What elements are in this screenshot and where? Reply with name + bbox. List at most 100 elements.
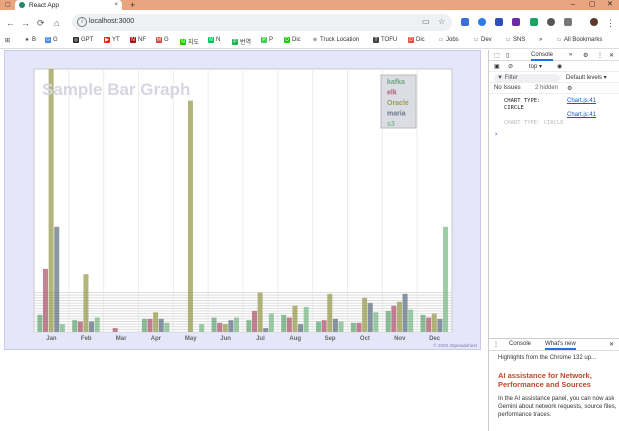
bar-s3-jul[interactable]: [268, 313, 274, 332]
bar-maria-apr[interactable]: [158, 318, 164, 332]
bar-Oracle-apr[interactable]: [153, 312, 159, 332]
extensions-puzzle-icon[interactable]: [564, 18, 572, 26]
extension-icon[interactable]: [461, 18, 469, 26]
bar-s3-oct[interactable]: [373, 312, 379, 332]
bookmark-g[interactable]: GG: [45, 37, 58, 43]
bar-Oracle-aug[interactable]: [292, 305, 298, 332]
drawer-tab-whats-new[interactable]: What's new: [545, 341, 576, 350]
bar-maria-jun[interactable]: [228, 320, 234, 332]
bar-Oracle-oct[interactable]: [362, 297, 368, 332]
more-tabs-icon[interactable]: »: [569, 52, 572, 58]
bar-maria-dec[interactable]: [437, 318, 443, 332]
bar-kafka-jan[interactable]: [37, 314, 43, 332]
log-levels-dropdown[interactable]: Default levels ▾: [566, 74, 607, 81]
bar-maria-nov[interactable]: [402, 293, 408, 332]
bar-elk-dec[interactable]: [426, 317, 432, 332]
browser-tab[interactable]: React App ×: [15, 0, 122, 10]
legend-entry-s3[interactable]: s3: [387, 121, 395, 128]
bar-elk-jul[interactable]: [251, 310, 258, 332]
bar-Oracle-jan[interactable]: [48, 69, 54, 332]
bar-maria-jul[interactable]: [263, 328, 269, 332]
bar-maria-aug[interactable]: [298, 324, 304, 332]
close-drawer-icon[interactable]: ✕: [609, 341, 614, 348]
bar-kafka-oct[interactable]: [350, 322, 356, 332]
home-button[interactable]: ⌂: [54, 18, 59, 28]
bar-Oracle-jul[interactable]: [257, 292, 263, 332]
reload-button[interactable]: ⟳: [37, 18, 45, 28]
legend-entry-kafka[interactable]: kafka: [387, 79, 405, 86]
legend-entry-elk[interactable]: elk: [387, 90, 397, 97]
bar-kafka-dec[interactable]: [420, 314, 426, 332]
close-window-button[interactable]: ✕: [607, 0, 613, 9]
bookmark-sns[interactable]: ▭ SNS: [505, 37, 526, 43]
bar-elk-jan[interactable]: [42, 268, 49, 332]
bar-kafka-jul[interactable]: [246, 320, 252, 332]
bookmark-yt[interactable]: ▶ YT: [104, 37, 120, 43]
live-expression-eye-icon[interactable]: ◉: [557, 63, 562, 70]
legend-entry-maria[interactable]: maria: [387, 111, 406, 118]
drawer-menu-icon[interactable]: ⋮: [493, 341, 499, 348]
bookmark-p[interactable]: PP: [261, 37, 273, 43]
no-issues-label[interactable]: No Issues: [494, 85, 521, 91]
forward-button[interactable]: →: [21, 18, 30, 28]
profile-avatar[interactable]: [590, 18, 598, 26]
extension-icon[interactable]: [547, 18, 555, 26]
bar-elk-nov[interactable]: [391, 305, 397, 332]
bookmark-n[interactable]: NN: [208, 37, 220, 43]
context-selector[interactable]: top ▾: [529, 63, 542, 70]
bar-kafka-nov[interactable]: [385, 310, 391, 332]
site-info-icon[interactable]: i: [77, 17, 87, 27]
bookmark-nf[interactable]: N NF: [130, 37, 146, 43]
bar-Oracle-dec[interactable]: [431, 313, 437, 332]
bar-s3-nov[interactable]: [408, 309, 414, 332]
apps-grid-icon[interactable]: ⊞: [5, 37, 10, 44]
bar-elk-sep[interactable]: [321, 320, 327, 332]
bar-s3-sep[interactable]: [338, 321, 344, 332]
bar-s3-jan[interactable]: [59, 324, 65, 332]
bookmark-dev[interactable]: ▭ Dev: [473, 37, 492, 43]
console-prompt[interactable]: ›: [494, 130, 498, 138]
bar-elk-mar[interactable]: [112, 328, 118, 332]
extension-icon[interactable]: [495, 18, 503, 26]
whats-new-title[interactable]: AI assistance for Network, Performance a…: [498, 371, 619, 389]
back-button[interactable]: ←: [6, 18, 15, 28]
more-options-icon[interactable]: ⋮: [597, 52, 603, 59]
console-settings-gear-icon[interactable]: ⚙: [567, 85, 572, 92]
minimize-button[interactable]: –: [571, 0, 575, 9]
bar-s3-dec[interactable]: [443, 226, 449, 332]
address-bar[interactable]: i localhost:3000 ▭ ☆: [72, 14, 452, 31]
bookmark-b[interactable]: ★ B: [24, 37, 36, 43]
bookmark-gpt[interactable]: ◎ GPT: [73, 37, 93, 43]
bar-maria-oct[interactable]: [367, 303, 373, 332]
drawer-tab-console[interactable]: Console: [509, 341, 531, 347]
bar-elk-apr[interactable]: [147, 318, 153, 332]
legend-entry-Oracle[interactable]: Oracle: [387, 100, 409, 107]
menu-kebab-icon[interactable]: ⋮: [606, 18, 615, 28]
close-devtools-icon[interactable]: ✕: [609, 52, 614, 59]
tab-console[interactable]: Console: [531, 52, 554, 61]
bar-Oracle-nov[interactable]: [396, 301, 402, 332]
bar-Oracle-feb[interactable]: [83, 274, 89, 332]
bookmark-tofu[interactable]: T TOFU: [373, 37, 397, 43]
bar-elk-feb[interactable]: [77, 321, 83, 332]
bookmark-star-icon[interactable]: ☆: [438, 17, 445, 26]
bookmark-gmail[interactable]: MG: [156, 37, 169, 43]
new-tab-button[interactable]: +: [130, 0, 135, 10]
bar-maria-feb[interactable]: [89, 321, 95, 332]
bookmark-dic[interactable]: D Dic: [284, 37, 301, 43]
extension-icon[interactable]: [478, 18, 486, 26]
bookmark-map[interactable]: N 지도: [180, 37, 199, 46]
bar-elk-oct[interactable]: [356, 322, 362, 332]
inspect-element-icon[interactable]: ⬚: [494, 52, 500, 59]
bookmark-dic-2[interactable]: D Dic: [408, 37, 425, 43]
device-toolbar-icon[interactable]: ▯: [506, 52, 509, 59]
console-filter-input[interactable]: ▼ Filter: [494, 74, 560, 82]
bar-elk-jun[interactable]: [217, 322, 223, 332]
bar-kafka-jun[interactable]: [211, 317, 217, 332]
bookmark-translate[interactable]: P 번역: [232, 37, 251, 46]
bar-kafka-aug[interactable]: [281, 314, 287, 332]
bar-kafka-feb[interactable]: [72, 320, 78, 332]
sidebar-toggle-icon[interactable]: ▣: [494, 63, 500, 70]
settings-gear-icon[interactable]: ⚙: [583, 52, 588, 59]
maximize-button[interactable]: ▢: [589, 0, 596, 9]
